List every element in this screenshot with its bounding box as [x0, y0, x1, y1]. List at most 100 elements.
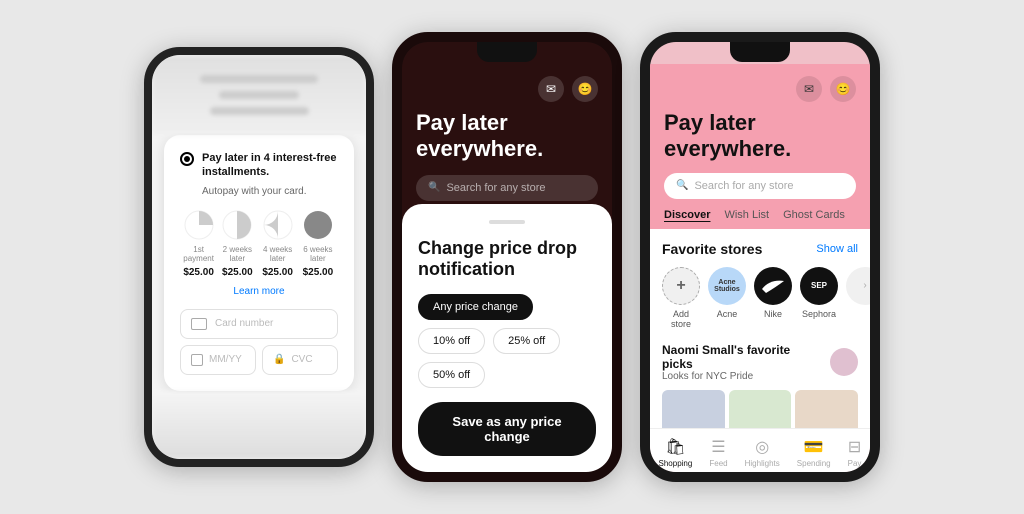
card-fields-row: MM/YY 🔒 CVC: [180, 345, 338, 375]
store-sephora-item[interactable]: SEP Sephora: [800, 267, 838, 319]
favorite-stores-title: Favorite stores: [662, 241, 762, 257]
nav-shopping-label: Shopping: [659, 459, 693, 468]
naomi-title: Naomi Small's favorite picks: [662, 343, 822, 371]
message-icon-3[interactable]: ✉: [796, 76, 822, 102]
product-images: [662, 390, 858, 428]
store-add-label: Add store: [662, 309, 700, 329]
phone-3-title: Pay latereverywhere.: [664, 110, 856, 163]
message-icon[interactable]: ✉: [538, 76, 564, 102]
search-bar-pink[interactable]: 🔍 Search for any store: [664, 173, 856, 199]
search-icon-dark: 🔍: [428, 182, 440, 193]
lock-icon: 🔒: [273, 354, 285, 365]
naomi-section: Naomi Small's favorite picks Looks for N…: [662, 343, 858, 428]
store-sephora-label: Sephora: [802, 309, 836, 319]
learn-more-link[interactable]: Learn more: [180, 286, 338, 297]
pie-item-4: 6 weeks later $25.00: [298, 209, 338, 278]
phone-2-frame: ✉ 😊 Pay latereverywhere. 🔍 Search for an…: [392, 32, 622, 482]
phone-3-main-content: Favorite stores Show all + Add store Acn…: [650, 229, 870, 428]
phone-3-tabs: Discover Wish List Ghost Cards: [664, 209, 856, 221]
modal-title: Change price dropnotification: [418, 238, 596, 280]
cvc-field[interactable]: 🔒 CVC: [262, 345, 338, 375]
calendar-icon: [191, 354, 203, 366]
modal-handle: [489, 220, 525, 224]
nav-feed[interactable]: ☰ Feed: [709, 437, 727, 468]
phone-1-content: Pay later in 4 interest-free installment…: [152, 55, 366, 459]
tab-3-ghostcards[interactable]: Ghost Cards: [783, 209, 845, 221]
show-all-link[interactable]: Show all: [816, 243, 858, 255]
phone-3-notch: [730, 42, 790, 62]
pie-chart-4: [302, 209, 334, 241]
mm-yy-placeholder: MM/YY: [209, 354, 242, 365]
blur-line-1: [200, 75, 319, 83]
nav-highlights[interactable]: ◎ Highlights: [745, 437, 780, 468]
nav-pay[interactable]: ⊟ Pay: [848, 437, 862, 468]
emoji-icon-3[interactable]: 😊: [830, 76, 856, 102]
pie-chart-2: [221, 209, 253, 241]
phone-3-header: ✉ 😊 Pay latereverywhere. 🔍 Search for an…: [650, 64, 870, 229]
store-nike-item[interactable]: Nike: [754, 267, 792, 319]
option-25-off[interactable]: 25% off: [493, 328, 560, 354]
phone-3-icons-row: ✉ 😊: [664, 76, 856, 102]
tab-3-discover[interactable]: Discover: [664, 209, 710, 221]
radio-button[interactable]: [180, 152, 194, 166]
pie-amount-1: $25.00: [183, 267, 214, 278]
cvc-placeholder: CVC: [291, 354, 312, 365]
store-acne-label: Acne: [717, 309, 738, 319]
store-acne-circle: AcneStudios: [708, 267, 746, 305]
feed-icon: ☰: [711, 437, 725, 457]
store-overflow: ›: [846, 267, 870, 305]
pay-icon: ⊟: [848, 437, 861, 457]
pie-amount-3: $25.00: [262, 267, 293, 278]
nav-spending-label: Spending: [797, 459, 831, 468]
screenshots-container: Pay later in 4 interest-free installment…: [0, 0, 1024, 514]
phone-1-bottom-blur: [152, 391, 366, 459]
nav-highlights-label: Highlights: [745, 459, 780, 468]
blur-line-2: [219, 91, 298, 99]
store-more-circle: ›: [846, 267, 870, 305]
stores-row: + Add store AcneStudios Acne: [662, 267, 858, 329]
pie-chart-1: [183, 209, 215, 241]
card-number-field[interactable]: Card number: [180, 309, 338, 339]
search-bar-dark[interactable]: 🔍 Search for any store: [416, 175, 598, 201]
pie-amount-4: $25.00: [303, 267, 334, 278]
mm-yy-field[interactable]: MM/YY: [180, 345, 256, 375]
phone-3-frame: ✉ 😊 Pay latereverywhere. 🔍 Search for an…: [640, 32, 880, 482]
option-10-off[interactable]: 10% off: [418, 328, 485, 354]
option-any-price[interactable]: Any price change: [418, 294, 533, 320]
save-button[interactable]: Save as any price change: [418, 402, 596, 456]
tab-3-wishlist[interactable]: Wish List: [724, 209, 769, 221]
price-drop-modal: Change price dropnotification Any price …: [402, 204, 612, 472]
phone-2-icons-row: ✉ 😊: [416, 76, 598, 102]
pie-label-2: 2 weeks later: [217, 245, 257, 263]
nav-spending[interactable]: 💳 Spending: [797, 437, 831, 468]
nav-feed-label: Feed: [709, 459, 727, 468]
pie-label-3: 4 weeks later: [257, 245, 297, 263]
pie-label-1: 1st payment: [180, 245, 217, 263]
store-sephora-circle: SEP: [800, 267, 838, 305]
phone-3-content: ✉ 😊 Pay latereverywhere. 🔍 Search for an…: [650, 42, 870, 472]
product-image-1: [662, 390, 725, 428]
nav-shopping[interactable]: 🛍 Shopping: [659, 437, 693, 468]
pie-chart-3: [262, 209, 294, 241]
option-50-off[interactable]: 50% off: [418, 362, 485, 388]
favorite-stores-header: Favorite stores Show all: [662, 241, 858, 257]
credit-card-icon: [191, 318, 207, 330]
bottom-nav: 🛍 Shopping ☰ Feed ◎ Highlights 💳 Spendin…: [650, 428, 870, 472]
price-options: Any price change 10% off 25% off 50% off: [418, 294, 596, 388]
store-add-circle: +: [662, 267, 700, 305]
installment-card: Pay later in 4 interest-free installment…: [164, 135, 354, 391]
installment-header: Pay later in 4 interest-free installment…: [180, 151, 338, 180]
pie-label-4: 6 weeks later: [298, 245, 338, 263]
blur-line-3: [210, 107, 309, 115]
naomi-header: Naomi Small's favorite picks Looks for N…: [662, 343, 858, 382]
store-acne-item[interactable]: AcneStudios Acne: [708, 267, 746, 319]
product-image-2: [729, 390, 792, 428]
store-add-item[interactable]: + Add store: [662, 267, 700, 329]
highlights-icon: ◎: [755, 437, 769, 457]
phone-1-top-blur: [152, 55, 366, 135]
emoji-icon[interactable]: 😊: [572, 76, 598, 102]
pie-item-1: 1st payment $25.00: [180, 209, 217, 278]
phone-2-content: ✉ 😊 Pay latereverywhere. 🔍 Search for an…: [402, 42, 612, 472]
product-image-3: [795, 390, 858, 428]
search-placeholder-pink: Search for any store: [694, 180, 793, 192]
